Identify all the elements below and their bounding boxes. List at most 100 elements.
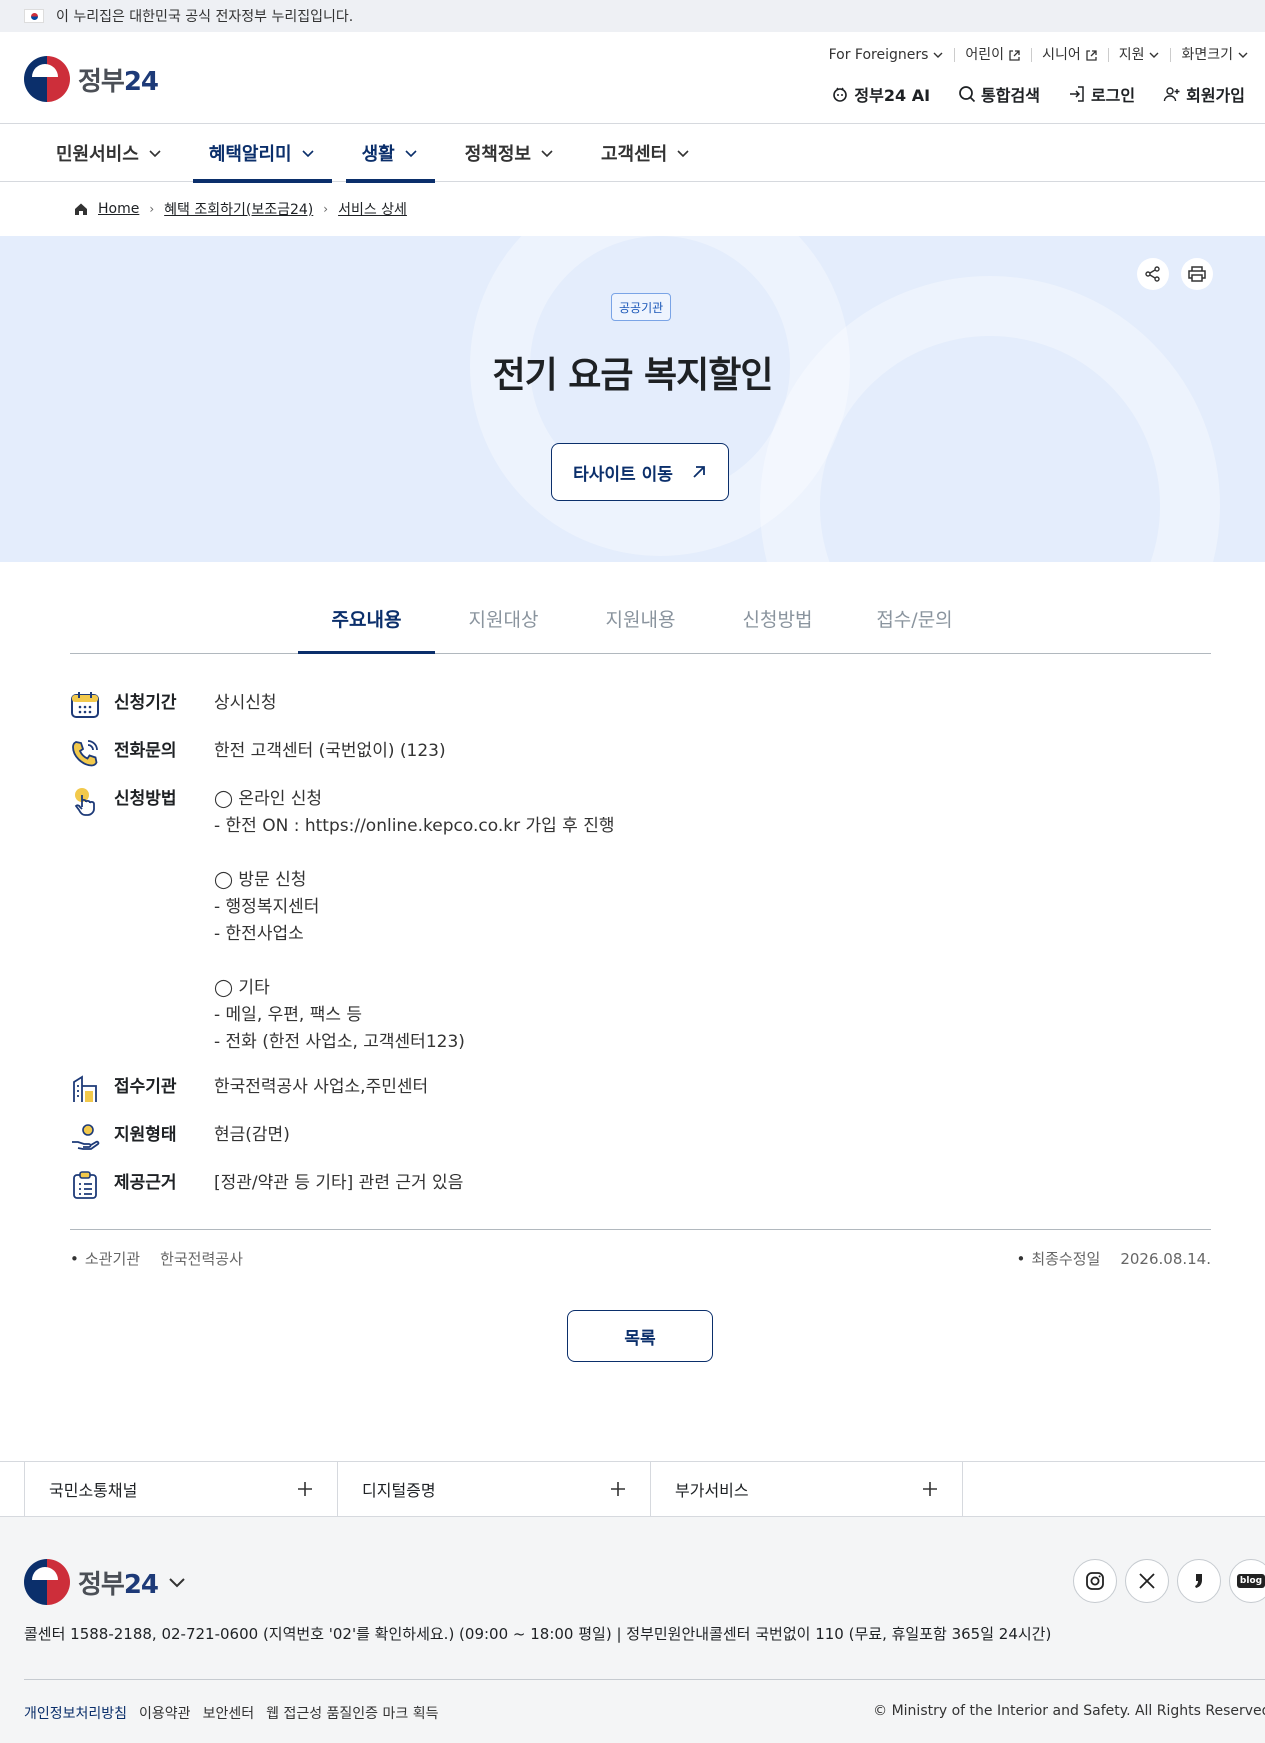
util-support[interactable]: 지원 bbox=[1107, 48, 1171, 62]
info-label: 신청방법 bbox=[114, 789, 177, 809]
logo-text: 정부24 bbox=[78, 1569, 159, 1600]
privacy-policy-link[interactable]: 개인정보처리방침 bbox=[24, 1703, 127, 1723]
service-summary: 신청기간 상시신청 전화문의 한전 고객센터 (국번없이) (123) 신청방법… bbox=[70, 690, 1211, 1218]
tab-support-details[interactable]: 지원내용 bbox=[572, 591, 709, 653]
search-button[interactable]: 통합검색 bbox=[958, 82, 1040, 106]
print-button[interactable] bbox=[1181, 258, 1213, 290]
sns-links: blog bbox=[1073, 1559, 1265, 1603]
plus-icon bbox=[611, 1482, 625, 1496]
info-value: 상시신청 bbox=[214, 693, 277, 713]
breadcrumb: Home › 혜택 조회하기(보조금24) › 서비스 상세 bbox=[0, 182, 1265, 236]
external-site-button[interactable]: 타사이트 이동 bbox=[551, 443, 729, 501]
utility-top-menu: For Foreigners 어린이 시니어 지원 화면크기 bbox=[819, 48, 1259, 62]
footer-logo[interactable]: 정부24 bbox=[24, 1559, 188, 1605]
footer-link-bar: 국민소통채널 디지털증명 부가서비스 bbox=[0, 1461, 1265, 1517]
share-button[interactable] bbox=[1137, 258, 1169, 290]
info-label: 접수기관 bbox=[114, 1077, 177, 1097]
info-label: 신청기간 bbox=[114, 693, 177, 713]
breadcrumb-service-detail[interactable]: 서비스 상세 bbox=[338, 199, 407, 219]
blog-icon[interactable]: blog bbox=[1229, 1559, 1265, 1603]
site-footer: 정부24 blog 콜센터 1588-2188, 02-721-0600 (지역… bbox=[0, 1517, 1265, 1743]
agency-type-badge: 공공기관 bbox=[611, 293, 672, 321]
footer-extra-service-toggle[interactable]: 부가서비스 bbox=[650, 1462, 963, 1516]
util-kids[interactable]: 어린이 bbox=[954, 48, 1031, 62]
util-senior[interactable]: 시니어 bbox=[1031, 48, 1108, 62]
arrow-up-right-icon bbox=[693, 466, 705, 478]
info-row-type: 지원형태 현금(감면) bbox=[70, 1122, 1211, 1152]
home-icon bbox=[75, 203, 87, 215]
gov-banner: 이 누리집은 대한민국 공식 전자정부 누리집입니다. bbox=[0, 0, 1265, 32]
chevron-down-icon bbox=[302, 150, 314, 158]
tab-how-to-apply[interactable]: 신청방법 bbox=[709, 591, 846, 653]
service-meta: 소관기관 한국전력공사 최종수정일 2026.08.14. bbox=[70, 1229, 1211, 1269]
chevron-down-icon bbox=[1238, 52, 1248, 58]
share-icon bbox=[1145, 266, 1160, 282]
chevron-down-icon bbox=[1149, 52, 1159, 58]
x-icon[interactable] bbox=[1125, 1559, 1169, 1603]
info-row-method: 신청방법 ◯ 온라인 신청 - 한전 ON : https://online.k… bbox=[70, 786, 1211, 1056]
chevron-down-icon bbox=[405, 150, 417, 158]
chevron-right-icon: › bbox=[323, 202, 329, 216]
owner-agency: 소관기관 한국전력공사 bbox=[70, 1248, 243, 1269]
info-row-period: 신청기간 상시신청 bbox=[70, 690, 1211, 720]
user-plus-icon bbox=[1163, 87, 1180, 102]
util-screen-size[interactable]: 화면크기 bbox=[1170, 48, 1259, 62]
brunch-icon[interactable] bbox=[1177, 1559, 1221, 1603]
footer-divider bbox=[24, 1679, 1265, 1680]
info-value: ◯ 온라인 신청 - 한전 ON : https://online.kepco.… bbox=[214, 789, 615, 1052]
external-link-icon bbox=[1009, 49, 1020, 61]
tab-overview[interactable]: 주요내용 bbox=[298, 591, 435, 654]
list-button[interactable]: 목록 bbox=[567, 1310, 713, 1362]
security-center-link[interactable]: 보안센터 bbox=[203, 1703, 255, 1723]
nav-civil-service[interactable]: 민원서비스 bbox=[40, 124, 179, 182]
gov-banner-text: 이 누리집은 대한민국 공식 전자정부 누리집입니다. bbox=[56, 9, 354, 25]
content-tabs: 주요내용 지원대상 지원내용 신청방법 접수/문의 bbox=[70, 591, 1211, 654]
accessibility-mark-link[interactable]: 웹 접근성 품질인증 마크 획득 bbox=[266, 1703, 438, 1723]
clipboard-list-icon bbox=[73, 1171, 97, 1199]
nav-customer-center[interactable]: 고객센터 bbox=[585, 124, 707, 182]
ai-button[interactable]: 정부24 AI bbox=[831, 82, 930, 106]
info-value: 현금(감면) bbox=[214, 1125, 290, 1145]
logo[interactable]: 정부24 bbox=[24, 56, 159, 102]
info-label: 제공근거 bbox=[114, 1173, 177, 1193]
hand-coin-icon bbox=[72, 1124, 100, 1150]
info-label: 전화문의 bbox=[114, 741, 177, 761]
external-link-icon bbox=[1086, 49, 1097, 61]
info-row-phone: 전화문의 한전 고객센터 (국번없이) (123) bbox=[70, 738, 1211, 768]
info-value: 한국전력공사 사업소,주민센터 bbox=[214, 1077, 429, 1097]
breadcrumb-home[interactable]: Home bbox=[98, 201, 139, 217]
nav-benefits[interactable]: 혜택알리미 bbox=[192, 124, 332, 183]
login-button[interactable]: 로그인 bbox=[1068, 82, 1135, 106]
service-hero: 공공기관 전기 요금 복지할인 타사이트 이동 bbox=[0, 236, 1265, 562]
chevron-down-icon bbox=[541, 150, 553, 158]
main-navigation: 민원서비스 혜택알리미 생활 정책정보 고객센터 bbox=[0, 124, 1265, 183]
login-icon bbox=[1069, 86, 1084, 102]
korea-flag-icon bbox=[24, 9, 44, 23]
nav-policy[interactable]: 정책정보 bbox=[449, 124, 571, 182]
utility-main-menu: 정부24 AI 통합검색 로그인 회원가입 bbox=[831, 82, 1245, 106]
footer-channel-toggle[interactable]: 국민소통채널 bbox=[24, 1462, 337, 1516]
util-for-foreigners[interactable]: For Foreigners bbox=[819, 48, 955, 62]
info-value: [정관/약관 등 기타] 관련 근거 있음 bbox=[214, 1173, 464, 1193]
taegeuk-logo-icon bbox=[24, 56, 70, 102]
breadcrumb-benefits[interactable]: 혜택 조회하기(보조금24) bbox=[164, 199, 313, 219]
info-label: 지원형태 bbox=[114, 1125, 177, 1145]
info-value: 한전 고객센터 (국번없이) (123) bbox=[214, 741, 446, 761]
chevron-down-icon bbox=[149, 150, 161, 158]
tab-eligibility[interactable]: 지원대상 bbox=[435, 591, 572, 653]
callcenter-info: 콜센터 1588-2188, 02-721-0600 (지역번호 '02'를 확… bbox=[24, 1625, 1052, 1643]
plus-icon bbox=[298, 1482, 312, 1496]
building-icon bbox=[73, 1075, 97, 1102]
tab-contact[interactable]: 접수/문의 bbox=[846, 591, 983, 653]
signup-button[interactable]: 회원가입 bbox=[1163, 82, 1245, 106]
logo-text: 정부24 bbox=[78, 66, 159, 97]
terms-link[interactable]: 이용약관 bbox=[139, 1703, 191, 1723]
last-updated: 최종수정일 2026.08.14. bbox=[1016, 1248, 1211, 1269]
chevron-down-icon bbox=[169, 1578, 185, 1588]
instagram-icon[interactable] bbox=[1073, 1559, 1117, 1603]
page-title: 전기 요금 복지할인 bbox=[492, 355, 773, 396]
print-icon bbox=[1188, 266, 1206, 282]
nav-life[interactable]: 생활 bbox=[345, 124, 435, 183]
footer-policy-links: 개인정보처리방침 이용약관 보안센터 웹 접근성 품질인증 마크 획득 bbox=[24, 1703, 438, 1723]
footer-digital-cert-toggle[interactable]: 디지털증명 bbox=[337, 1462, 650, 1516]
